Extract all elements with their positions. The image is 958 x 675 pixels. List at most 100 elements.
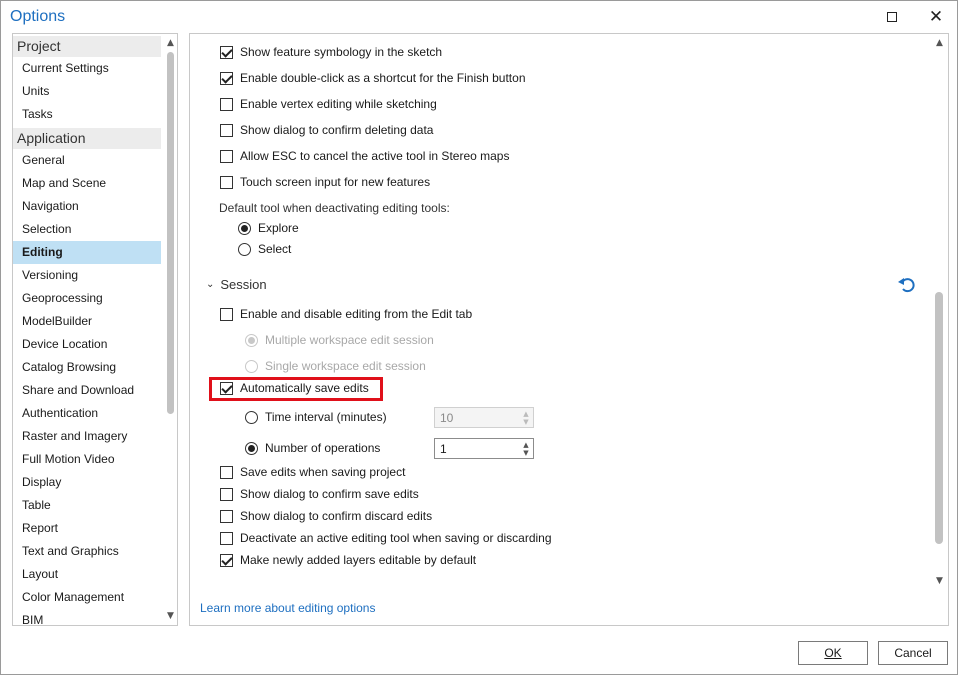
- sidebar-item-color-management[interactable]: Color Management: [13, 586, 161, 609]
- option-label: Deactivate an active editing tool when s…: [240, 531, 552, 545]
- option-confirm-deleting[interactable]: Show dialog to confirm deleting data: [220, 120, 433, 140]
- checkbox[interactable]: [220, 175, 233, 189]
- chevron-down-icon[interactable]: ▼: [931, 574, 948, 588]
- sidebar-item-authentication[interactable]: Authentication: [13, 402, 161, 425]
- reset-icon[interactable]: [896, 274, 918, 296]
- sidebar-item-editing[interactable]: Editing: [13, 241, 161, 264]
- title-bar: Options ✕: [1, 1, 957, 33]
- radio-button[interactable]: [238, 242, 251, 256]
- option-save-edits-with-project[interactable]: Save edits when saving project: [220, 462, 405, 482]
- radio-single-workspace: Single workspace edit session: [245, 356, 426, 376]
- option-esc-cancel-stereo[interactable]: Allow ESC to cancel the active tool in S…: [220, 146, 509, 166]
- option-label: Save edits when saving project: [240, 465, 406, 479]
- sidebar-scrollbar[interactable]: ▲ ▼: [163, 34, 177, 625]
- sidebar-item-modelbuilder[interactable]: ModelBuilder: [13, 310, 161, 333]
- checkbox[interactable]: [220, 465, 233, 479]
- checkbox[interactable]: [220, 149, 233, 163]
- checkbox[interactable]: [220, 97, 233, 111]
- section-session-header[interactable]: ⌄ Session: [206, 277, 267, 292]
- radio-label: Select: [258, 242, 292, 256]
- checkbox[interactable]: [220, 487, 233, 501]
- radio-button: [245, 359, 258, 373]
- option-show-feature-symbology[interactable]: Show feature symbology in the sketch: [220, 42, 442, 62]
- content-scroll-thumb[interactable]: [935, 292, 943, 544]
- stepper-arrows[interactable]: ▲ ▼: [519, 439, 533, 458]
- option-confirm-save-edits[interactable]: Show dialog to confirm save edits: [220, 484, 419, 504]
- radio-time-interval[interactable]: Time interval (minutes): [245, 407, 387, 427]
- option-label: Allow ESC to cancel the active tool in S…: [240, 149, 510, 163]
- chevron-up-icon: ▲: [523, 409, 529, 418]
- option-confirm-discard-edits[interactable]: Show dialog to confirm discard edits: [220, 506, 432, 526]
- editing-options-pane: Show feature symbology in the sketch Ena…: [189, 33, 949, 626]
- chevron-down-icon[interactable]: ▼: [163, 609, 177, 623]
- option-new-layers-editable[interactable]: Make newly added layers editable by defa…: [220, 550, 476, 570]
- chevron-down-icon: ⌄: [206, 279, 215, 290]
- sidebar-item-bim[interactable]: BIM: [13, 609, 161, 625]
- options-dialog: Options ✕ Project Current Settings Units…: [0, 0, 958, 675]
- chevron-up-icon[interactable]: ▲: [163, 36, 177, 50]
- close-button[interactable]: ✕: [913, 1, 958, 33]
- maximize-icon: [887, 12, 897, 22]
- option-label: Show dialog to confirm save edits: [240, 487, 419, 501]
- sidebar-item-text-and-graphics[interactable]: Text and Graphics: [13, 540, 161, 563]
- time-interval-stepper: 10 ▲ ▼: [434, 407, 534, 428]
- sidebar-item-report[interactable]: Report: [13, 517, 161, 540]
- option-vertex-editing[interactable]: Enable vertex editing while sketching: [220, 94, 437, 114]
- option-label: Enable and disable editing from the Edit…: [240, 307, 473, 321]
- radio-button[interactable]: [238, 221, 251, 235]
- checkbox[interactable]: [220, 45, 233, 59]
- checkbox[interactable]: [220, 307, 233, 321]
- sidebar-item-selection[interactable]: Selection: [13, 218, 161, 241]
- sidebar-item-navigation[interactable]: Navigation: [13, 195, 161, 218]
- content-scrollbar[interactable]: ▲ ▼: [931, 34, 948, 590]
- sidebar-scroll-thumb[interactable]: [167, 52, 174, 414]
- sidebar-item-device-location[interactable]: Device Location: [13, 333, 161, 356]
- sidebar-item-geoprocessing[interactable]: Geoprocessing: [13, 287, 161, 310]
- sidebar-item-raster-and-imagery[interactable]: Raster and Imagery: [13, 425, 161, 448]
- option-enable-disable-editing[interactable]: Enable and disable editing from the Edit…: [220, 304, 472, 324]
- stepper-value[interactable]: 1: [435, 442, 519, 456]
- sidebar-item-general[interactable]: General: [13, 149, 161, 172]
- sidebar-item-layout[interactable]: Layout: [13, 563, 161, 586]
- ok-button[interactable]: OK: [798, 641, 868, 665]
- cancel-button[interactable]: Cancel: [878, 641, 948, 665]
- sidebar-item-units[interactable]: Units: [13, 80, 161, 103]
- close-icon: ✕: [928, 6, 944, 27]
- sidebar-item-tasks[interactable]: Tasks: [13, 103, 161, 126]
- chevron-up-icon[interactable]: ▲: [523, 441, 528, 449]
- sidebar-item-full-motion-video[interactable]: Full Motion Video: [13, 448, 161, 471]
- option-deactivate-tool-on-save[interactable]: Deactivate an active editing tool when s…: [220, 528, 552, 548]
- chevron-up-icon[interactable]: ▲: [931, 36, 948, 50]
- radio-button[interactable]: [245, 410, 258, 424]
- checkbox[interactable]: [220, 531, 233, 545]
- sidebar-item-table[interactable]: Table: [13, 494, 161, 517]
- checkbox[interactable]: [220, 553, 233, 567]
- option-double-click-finish[interactable]: Enable double-click as a shortcut for th…: [220, 68, 526, 88]
- sidebar-item-display[interactable]: Display: [13, 471, 161, 494]
- checkbox[interactable]: [220, 509, 233, 523]
- radio-explore[interactable]: Explore: [238, 218, 299, 238]
- option-label: Touch screen input for new features: [240, 175, 431, 189]
- checkbox[interactable]: [220, 71, 233, 85]
- radio-number-of-operations[interactable]: Number of operations: [245, 438, 380, 458]
- sidebar-item-current-settings[interactable]: Current Settings: [13, 57, 161, 80]
- option-touch-screen-input[interactable]: Touch screen input for new features: [220, 172, 430, 192]
- option-label: Show dialog to confirm deleting data: [240, 123, 434, 137]
- checkbox[interactable]: [220, 381, 233, 395]
- radio-label: Multiple workspace edit session: [265, 333, 434, 347]
- sidebar-item-map-and-scene[interactable]: Map and Scene: [13, 172, 161, 195]
- sidebar-item-share-and-download[interactable]: Share and Download: [13, 379, 161, 402]
- radio-button[interactable]: [245, 441, 258, 455]
- option-automatically-save-edits[interactable]: Automatically save edits: [220, 378, 369, 398]
- number-of-operations-stepper[interactable]: 1 ▲ ▼: [434, 438, 534, 459]
- radio-select[interactable]: Select: [238, 239, 291, 259]
- option-label: Enable vertex editing while sketching: [240, 97, 437, 111]
- checkbox[interactable]: [220, 123, 233, 137]
- maximize-button[interactable]: [869, 1, 915, 33]
- radio-label: Number of operations: [265, 441, 381, 455]
- sidebar-item-catalog-browsing[interactable]: Catalog Browsing: [13, 356, 161, 379]
- chevron-down-icon[interactable]: ▼: [523, 449, 528, 457]
- radio-label: Explore: [258, 221, 299, 235]
- sidebar-item-versioning[interactable]: Versioning: [13, 264, 161, 287]
- learn-more-link[interactable]: Learn more about editing options: [200, 601, 375, 615]
